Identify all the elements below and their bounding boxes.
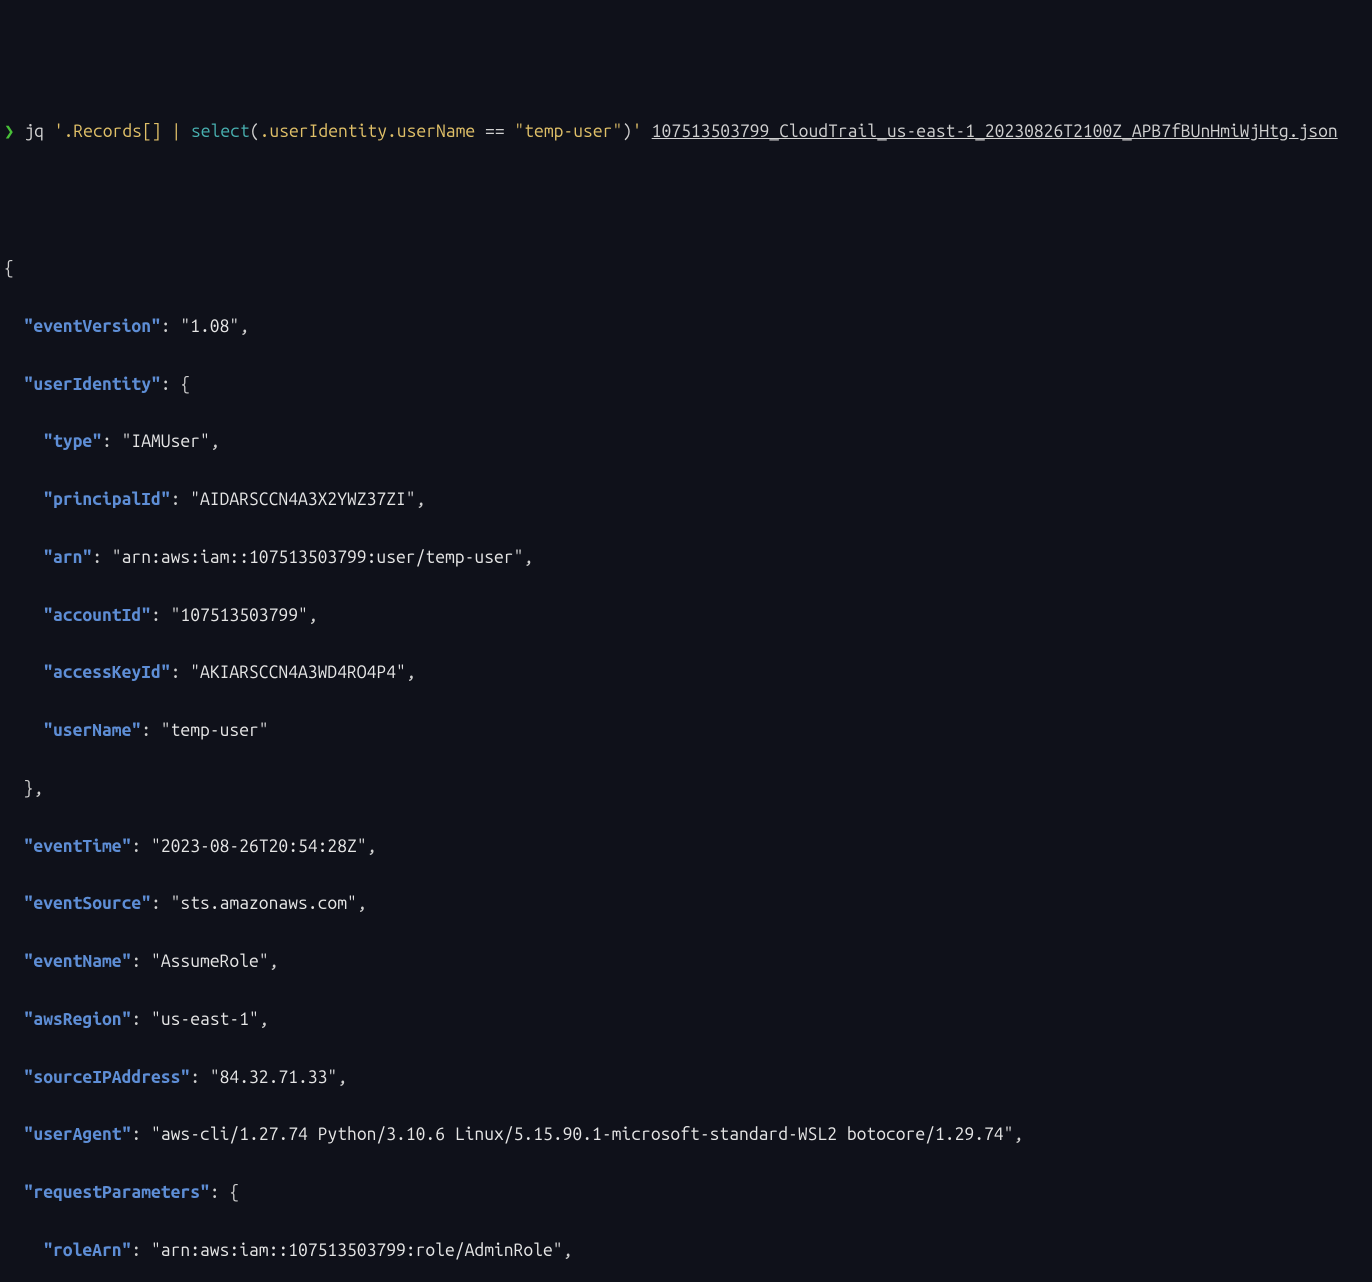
key-ui-arn: "arn" bbox=[43, 548, 92, 567]
jq-path: .userIdentity.userName bbox=[260, 122, 485, 141]
prompt-glyph: ❯ bbox=[4, 122, 24, 141]
val-ui-type: "IAMUser" bbox=[122, 432, 210, 451]
jq-rparen: ) bbox=[622, 122, 632, 141]
key-sourceIPAddress: "sourceIPAddress" bbox=[24, 1068, 191, 1087]
cmd-jq: jq bbox=[24, 122, 53, 141]
val-eventTime: "2023-08-26T20:54:28Z" bbox=[151, 837, 367, 856]
key-eventSource: "eventSource" bbox=[24, 894, 151, 913]
val-awsRegion: "us-east-1" bbox=[151, 1010, 259, 1029]
val-ui-userName: "temp-user" bbox=[161, 721, 269, 740]
jq-quote-close: ' bbox=[632, 122, 652, 141]
jq-eq: == bbox=[485, 122, 514, 141]
val-eventSource: "sts.amazonaws.com" bbox=[171, 894, 357, 913]
val-sourceIPAddress: "84.32.71.33" bbox=[210, 1068, 337, 1087]
jq-quote-open: ' bbox=[54, 122, 64, 141]
val-userAgent: "aws-cli/1.27.74 Python/3.10.6 Linux/5.1… bbox=[151, 1125, 1013, 1144]
terminal-command-line[interactable]: ❯ jq '.Records[] | select(.userIdentity.… bbox=[0, 116, 1372, 147]
val-eventVersion: "1.08" bbox=[180, 317, 239, 336]
key-ui-principalId: "principalId" bbox=[43, 490, 170, 509]
key-eventTime: "eventTime" bbox=[24, 837, 132, 856]
input-filename: 107513503799_CloudTrail_us-east-1_202308… bbox=[652, 122, 1338, 141]
jq-filter-records: .Records[] bbox=[64, 122, 172, 141]
key-rp-roleArn: "roleArn" bbox=[43, 1241, 131, 1260]
val-rp-roleArn: "arn:aws:iam::107513503799:role/AdminRol… bbox=[151, 1241, 563, 1260]
key-ui-type: "type" bbox=[43, 432, 102, 451]
key-eventName: "eventName" bbox=[24, 952, 132, 971]
key-userAgent: "userAgent" bbox=[24, 1125, 132, 1144]
val-ui-accessKeyId: "AKIARSCCN4A3WD4RO4P4" bbox=[190, 663, 406, 682]
terminal-output: { "eventVersion": "1.08", "userIdentity"… bbox=[0, 226, 1372, 1282]
val-ui-arn: "arn:aws:iam::107513503799:user/temp-use… bbox=[112, 548, 524, 567]
key-userIdentity: "userIdentity" bbox=[24, 375, 161, 394]
jq-str-close: " bbox=[612, 122, 622, 141]
key-ui-accessKeyId: "accessKeyId" bbox=[43, 663, 170, 682]
jq-lparen: ( bbox=[250, 122, 260, 141]
jq-select: select bbox=[191, 122, 250, 141]
key-requestParameters: "requestParameters" bbox=[24, 1183, 210, 1202]
json-brace-open: { bbox=[4, 259, 14, 278]
json-brace-close-userIdentity: }, bbox=[24, 779, 44, 798]
val-eventName: "AssumeRole" bbox=[151, 952, 269, 971]
jq-str-open: " bbox=[514, 122, 524, 141]
key-ui-userName: "userName" bbox=[43, 721, 141, 740]
val-ui-principalId: "AIDARSCCN4A3X2YWZ37ZI" bbox=[190, 490, 415, 509]
key-eventVersion: "eventVersion" bbox=[24, 317, 161, 336]
jq-pipe: | bbox=[171, 122, 191, 141]
jq-user-literal: temp-user bbox=[524, 122, 612, 141]
val-ui-accountId: "107513503799" bbox=[171, 606, 308, 625]
key-ui-accountId: "accountId" bbox=[43, 606, 151, 625]
key-awsRegion: "awsRegion" bbox=[24, 1010, 132, 1029]
